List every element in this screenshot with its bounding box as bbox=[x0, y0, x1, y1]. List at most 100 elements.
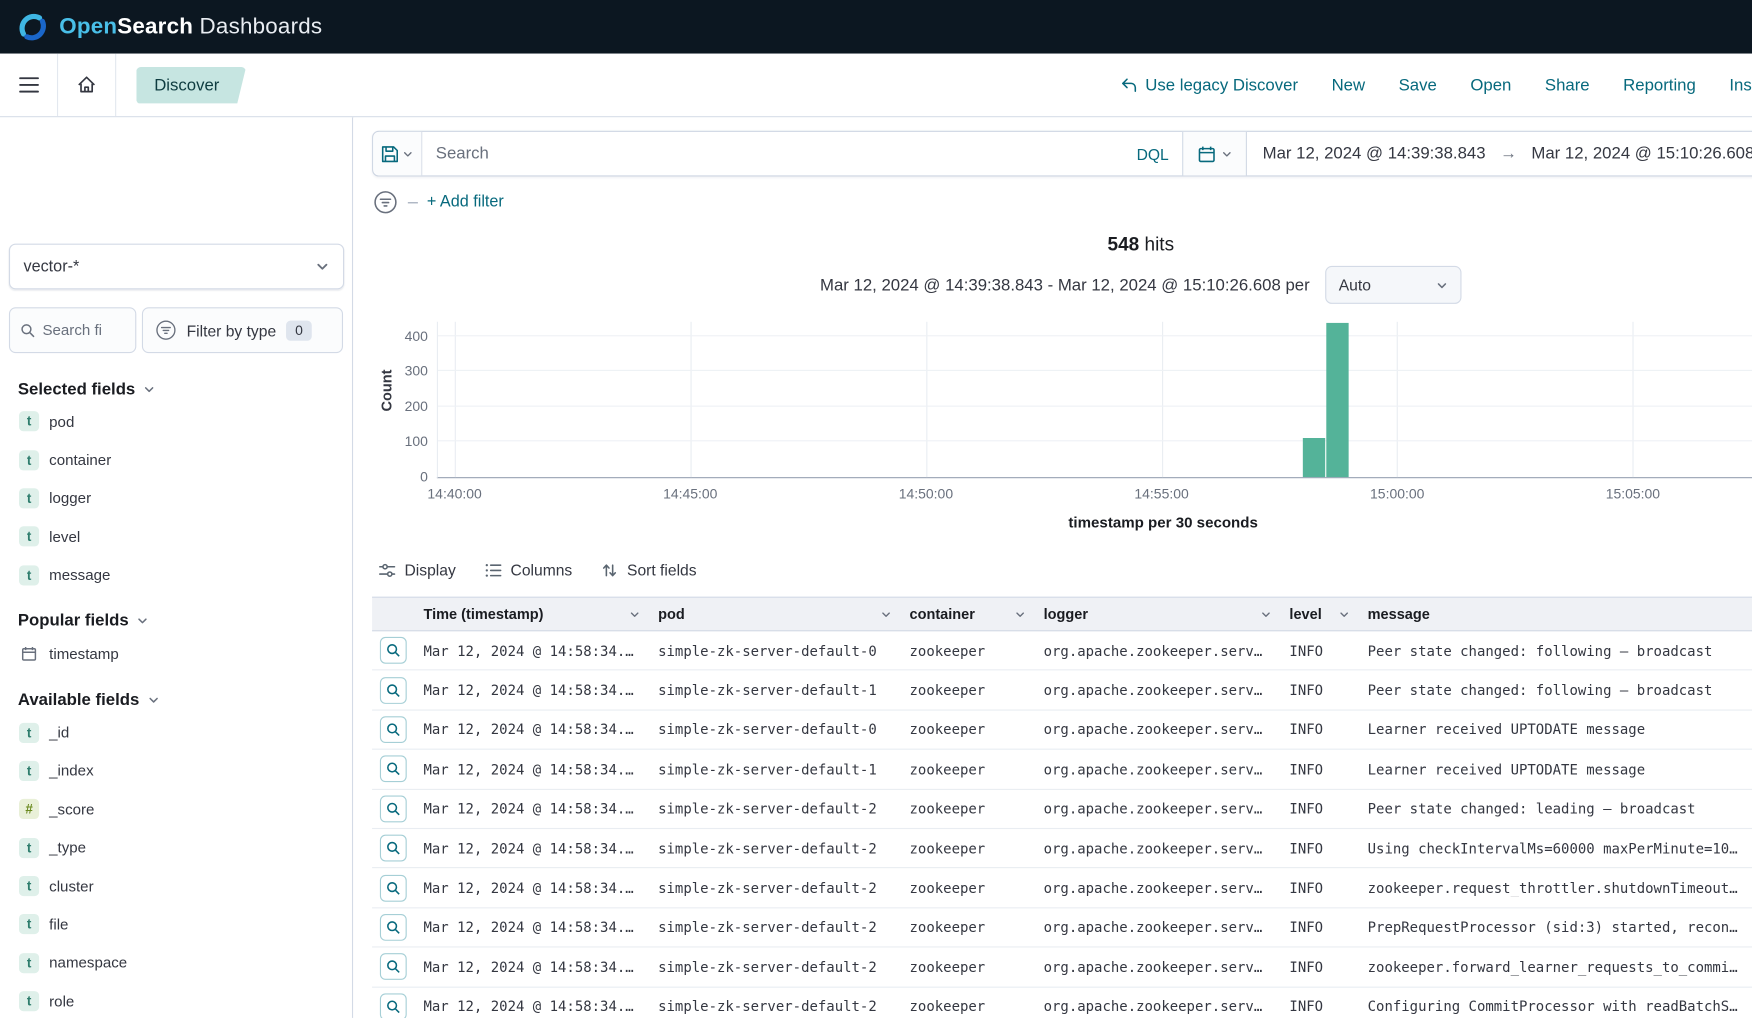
columns-button[interactable]: Columns bbox=[485, 561, 572, 579]
column-header-time-timestamp[interactable]: Time (timestamp) bbox=[415, 598, 650, 630]
column-header-container[interactable]: container bbox=[901, 598, 1035, 630]
string-field-icon: t bbox=[19, 565, 39, 585]
string-field-icon: t bbox=[19, 876, 39, 896]
cell-container: zookeeper bbox=[901, 958, 1035, 975]
field-item-type[interactable]: t_type bbox=[11, 829, 341, 867]
cell-logger: org.apache.zookeeper.serv… bbox=[1035, 879, 1281, 896]
cell-container: zookeeper bbox=[901, 642, 1035, 659]
expand-document-button[interactable] bbox=[380, 953, 407, 980]
date-range-start[interactable]: Mar 12, 2024 @ 14:39:38.843 bbox=[1263, 144, 1486, 163]
field-name: _index bbox=[49, 763, 93, 780]
expand-document-button[interactable] bbox=[380, 677, 407, 704]
expand-cell bbox=[372, 716, 414, 743]
opensearch-logo[interactable]: OpenSearch Dashboards bbox=[18, 12, 322, 42]
filter-icon bbox=[155, 320, 176, 341]
expand-document-button[interactable] bbox=[380, 716, 407, 743]
cell-time: Mar 12, 2024 @ 14:58:34.… bbox=[415, 840, 650, 857]
display-button[interactable]: Display bbox=[379, 561, 456, 579]
field-item-pod[interactable]: tpod bbox=[11, 402, 341, 440]
home-icon bbox=[76, 75, 97, 95]
cell-pod: simple-zk-server-default-2 bbox=[649, 800, 900, 817]
histogram-bar[interactable] bbox=[1327, 323, 1349, 478]
section-selected-fields: Selected fieldstpodtcontainertloggertlev… bbox=[0, 375, 352, 594]
saved-query-button[interactable] bbox=[373, 132, 422, 176]
sort-fields-button[interactable]: Sort fields bbox=[601, 561, 696, 579]
query-language-button[interactable]: DQL bbox=[1137, 145, 1169, 163]
cell-level: INFO bbox=[1280, 840, 1358, 857]
field-item-role[interactable]: trole bbox=[11, 982, 341, 1018]
field-name: namespace bbox=[49, 955, 127, 972]
gridline bbox=[438, 335, 1752, 336]
expand-document-button[interactable] bbox=[380, 795, 407, 822]
home-button[interactable] bbox=[58, 54, 116, 117]
cell-logger: org.apache.zookeeper.serv… bbox=[1035, 761, 1281, 778]
field-item-container[interactable]: tcontainer bbox=[11, 441, 341, 479]
expand-document-button[interactable] bbox=[380, 993, 407, 1018]
expand-cell bbox=[372, 835, 414, 862]
cell-level: INFO bbox=[1280, 721, 1358, 738]
column-header-message[interactable]: message bbox=[1359, 598, 1752, 630]
menu-button[interactable] bbox=[0, 54, 58, 117]
field-item-logger[interactable]: tlogger bbox=[11, 479, 341, 517]
date-quick-select-button[interactable] bbox=[1182, 132, 1247, 176]
nav-link-open[interactable]: Open bbox=[1470, 76, 1511, 95]
cell-time: Mar 12, 2024 @ 14:58:34.… bbox=[415, 642, 650, 659]
cell-level: INFO bbox=[1280, 761, 1358, 778]
nav-link-share[interactable]: Share bbox=[1545, 76, 1590, 95]
column-header-label: message bbox=[1368, 606, 1430, 623]
nav-link-inspect[interactable]: Inspect bbox=[1729, 76, 1752, 95]
expand-document-button[interactable] bbox=[380, 914, 407, 941]
filter-by-type-button[interactable]: Filter by type 0 bbox=[142, 307, 343, 353]
section-title-popular-fields[interactable]: Popular fields bbox=[11, 608, 341, 635]
column-header-pod[interactable]: pod bbox=[649, 598, 900, 630]
cell-message: zookeeper.forward_learner_requests_to_co… bbox=[1359, 958, 1752, 975]
expand-document-button[interactable] bbox=[380, 756, 407, 783]
hamburger-menu-icon bbox=[18, 77, 38, 93]
y-tick-label: 400 bbox=[405, 328, 428, 344]
opensearch-dashboards-app: OpenSearch Dashboards Discover Use legac… bbox=[0, 0, 1752, 1018]
field-item-level[interactable]: tlevel bbox=[11, 518, 341, 556]
expand-document-button[interactable] bbox=[380, 835, 407, 862]
field-item-score[interactable]: #_score bbox=[11, 790, 341, 828]
field-search-input[interactable] bbox=[42, 322, 114, 339]
app-title: OpenSearch Dashboards bbox=[59, 14, 322, 40]
nav-link-new[interactable]: New bbox=[1332, 76, 1366, 95]
cell-level: INFO bbox=[1280, 879, 1358, 896]
field-item-message[interactable]: tmessage bbox=[11, 556, 341, 594]
field-item-cluster[interactable]: tcluster bbox=[11, 867, 341, 905]
change-all-filters-button[interactable] bbox=[372, 189, 399, 216]
index-pattern-select[interactable]: vector-* bbox=[9, 244, 344, 290]
nav-link-use-legacy-discover[interactable]: Use legacy Discover bbox=[1121, 76, 1298, 95]
histogram-bar[interactable] bbox=[1303, 438, 1325, 477]
table-row: Mar 12, 2024 @ 14:58:34.…simple-zk-serve… bbox=[372, 671, 1752, 711]
nav-link-label: Share bbox=[1545, 76, 1590, 95]
button-label: Columns bbox=[511, 561, 573, 579]
section-available-fields: Available fieldst_idt_index#_scoret_type… bbox=[0, 686, 352, 1017]
search-input[interactable] bbox=[436, 144, 1128, 163]
time-range-label: Mar 12, 2024 @ 14:39:38.843 - Mar 12, 20… bbox=[820, 275, 1310, 294]
add-filter-button[interactable]: + Add filter bbox=[427, 193, 504, 211]
cell-container: zookeeper bbox=[901, 682, 1035, 699]
inspect-document-icon bbox=[385, 840, 401, 856]
expand-document-button[interactable] bbox=[380, 874, 407, 901]
nav-link-save[interactable]: Save bbox=[1399, 76, 1437, 95]
field-item-timestamp[interactable]: timestamp bbox=[11, 635, 341, 673]
inspect-document-icon bbox=[385, 999, 401, 1015]
sort-icon bbox=[601, 561, 618, 578]
nav-link-label: Save bbox=[1399, 76, 1437, 95]
field-item-file[interactable]: tfile bbox=[11, 905, 341, 943]
field-item-index[interactable]: t_index bbox=[11, 752, 341, 790]
interval-select[interactable]: Auto bbox=[1325, 266, 1461, 304]
section-title-label: Popular fields bbox=[18, 612, 129, 631]
nav-link-reporting[interactable]: Reporting bbox=[1623, 76, 1696, 95]
expand-document-button[interactable] bbox=[380, 637, 407, 664]
section-title-selected-fields[interactable]: Selected fields bbox=[11, 375, 341, 402]
cell-logger: org.apache.zookeeper.serv… bbox=[1035, 919, 1281, 936]
column-header-level[interactable]: level bbox=[1280, 598, 1358, 630]
column-header-logger[interactable]: logger bbox=[1035, 598, 1281, 630]
field-item-namespace[interactable]: tnamespace bbox=[11, 944, 341, 982]
field-item-id[interactable]: t_id bbox=[11, 713, 341, 751]
column-header-label: Time (timestamp) bbox=[423, 606, 543, 623]
section-title-available-fields[interactable]: Available fields bbox=[11, 686, 341, 713]
date-range-end[interactable]: Mar 12, 2024 @ 15:10:26.608 bbox=[1531, 144, 1752, 163]
